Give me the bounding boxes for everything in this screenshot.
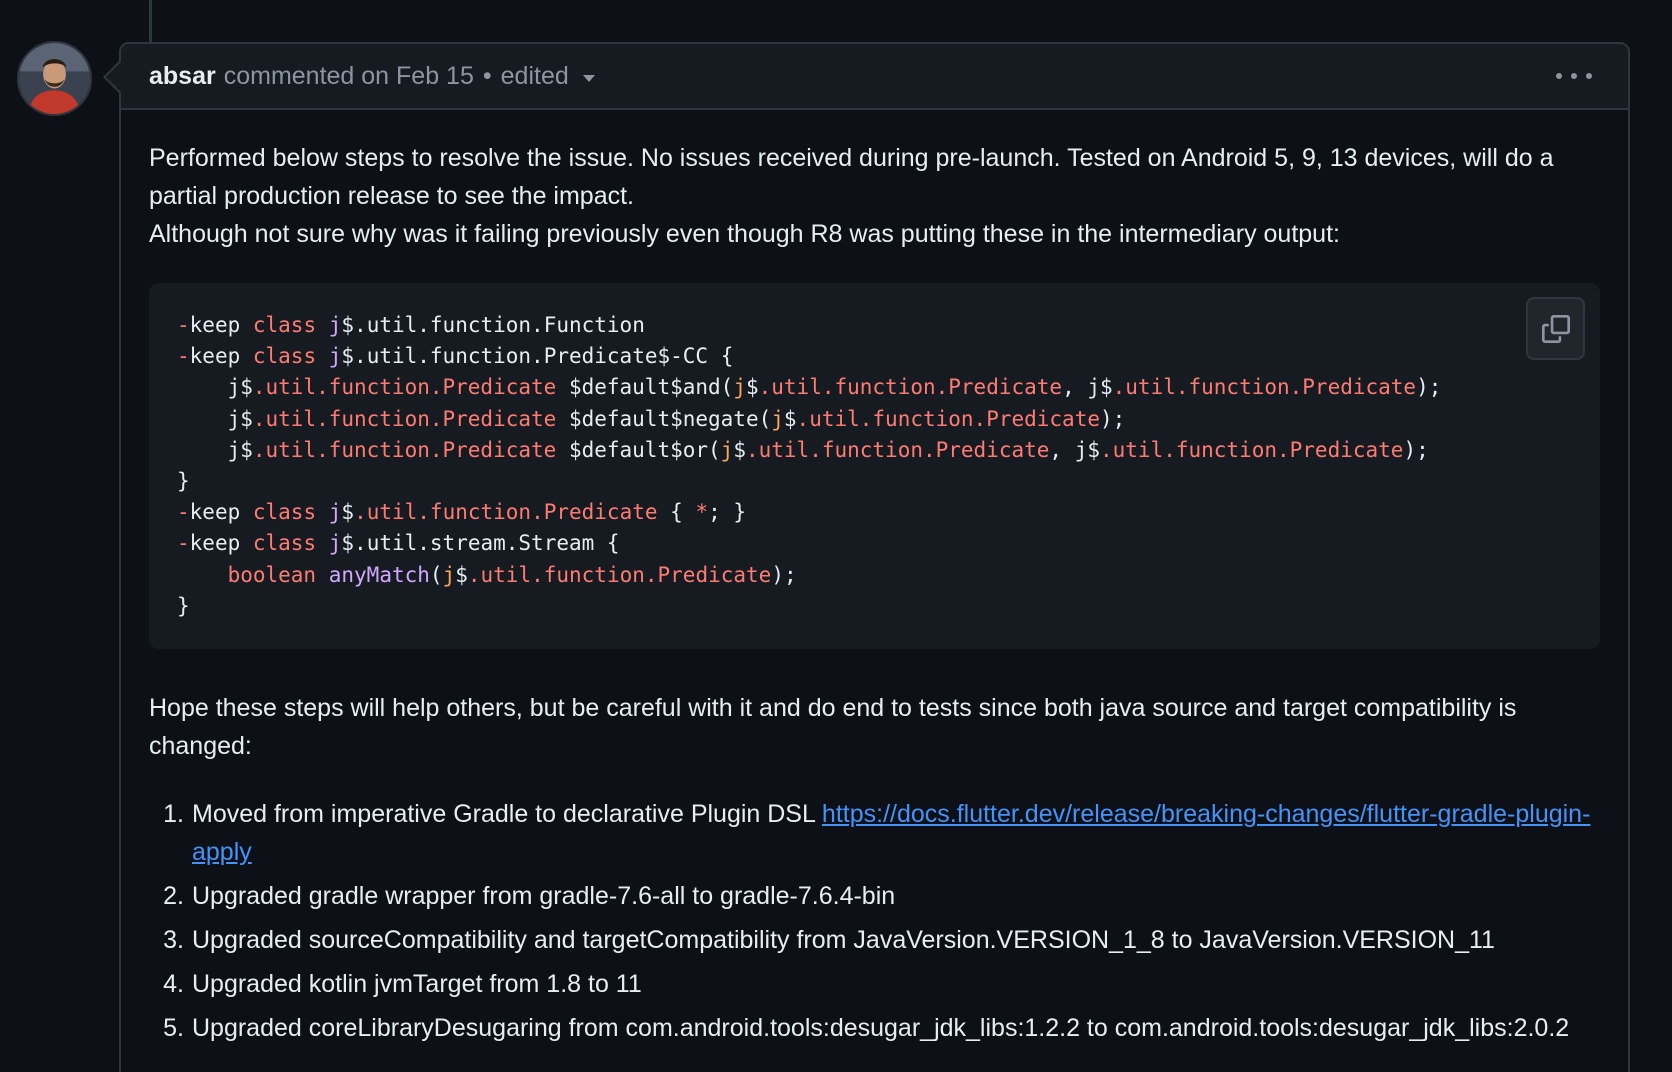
code-line: } — [177, 593, 190, 618]
list-number: 4. — [163, 970, 184, 998]
author-link[interactable]: absar — [149, 62, 216, 91]
outro-paragraph: Hope these steps will help others, but b… — [149, 694, 1517, 760]
list-item: 2. Upgraded gradle wrapper from gradle-7.… — [149, 877, 1600, 915]
avatar-image — [19, 43, 90, 114]
comment-timestamp[interactable]: commented on Feb 15 — [224, 62, 474, 91]
edited-history-button[interactable]: edited — [501, 62, 595, 91]
list-item-text: Upgraded kotlin jvmTarget from 1.8 to 11 — [192, 970, 642, 998]
kebab-horizontal-icon[interactable] — [1556, 64, 1592, 88]
separator-dot: • — [482, 61, 492, 90]
list-number: 2. — [163, 882, 184, 910]
code-content[interactable]: -keep class j$.util.function.Function -k… — [177, 310, 1572, 622]
code-line: j$.util.function.Predicate $default$or(j… — [177, 437, 1429, 462]
code-line: -keep class j$.util.stream.Stream { — [177, 531, 620, 556]
comment-header: absar commented on Feb 15 • edited — [121, 44, 1628, 110]
triangle-down-icon — [582, 74, 595, 82]
copy-icon — [1541, 314, 1570, 343]
list-item-text: Upgraded coreLibraryDesugaring from com.… — [192, 1014, 1570, 1042]
list-item: 3. Upgraded sourceCompatibility and targe… — [149, 921, 1600, 959]
code-line: j$.util.function.Predicate $default$nega… — [177, 406, 1126, 431]
list-item: 4. Upgraded kotlin jvmTarget from 1.8 to … — [149, 965, 1600, 1003]
list-number: 3. — [163, 926, 184, 954]
edited-label: edited — [500, 61, 569, 90]
steps-list: 1. Moved from imperative Gradle to declar… — [149, 795, 1600, 1047]
code-line: -keep class j$.util.function.Predicate$-… — [177, 344, 734, 369]
list-item-text: Upgraded sourceCompatibility and targetC… — [192, 926, 1495, 954]
list-number: 5. — [163, 1014, 184, 1042]
code-line: -keep class j$.util.function.Function — [177, 313, 645, 337]
code-line: j$.util.function.Predicate $default$and(… — [177, 375, 1442, 400]
comment-card: absar commented on Feb 15 • edited Perfo… — [103, 42, 1630, 1072]
code-line: -keep class j$.util.function.Predicate {… — [177, 500, 747, 525]
intro-line-2: Although not sure why was it failing pre… — [149, 220, 1340, 248]
list-number: 1. — [163, 800, 184, 828]
code-line: boolean anyMatch(j$.util.function.Predic… — [227, 562, 797, 587]
list-item-text: Moved from imperative Gradle to declarat… — [192, 800, 1591, 866]
list-item: 5. Upgraded coreLibraryDesugaring from co… — [149, 1009, 1600, 1047]
intro-line-1: Performed below steps to resolve the iss… — [149, 144, 1554, 210]
timeline-line — [149, 0, 152, 42]
code-block: -keep class j$.util.function.Function -k… — [149, 283, 1600, 649]
list-item: 1. Moved from imperative Gradle to declar… — [149, 795, 1600, 871]
comment-body: Performed below steps to resolve the iss… — [121, 110, 1628, 1047]
code-line: } — [177, 469, 190, 494]
copy-button[interactable] — [1526, 297, 1585, 360]
intro-paragraph: Performed below steps to resolve the iss… — [149, 139, 1600, 253]
avatar[interactable] — [17, 41, 92, 116]
docs-link[interactable]: https://docs.flutter.dev/release/breakin… — [192, 800, 1590, 866]
list-item-text: Upgraded gradle wrapper from gradle-7.6-… — [192, 882, 896, 910]
